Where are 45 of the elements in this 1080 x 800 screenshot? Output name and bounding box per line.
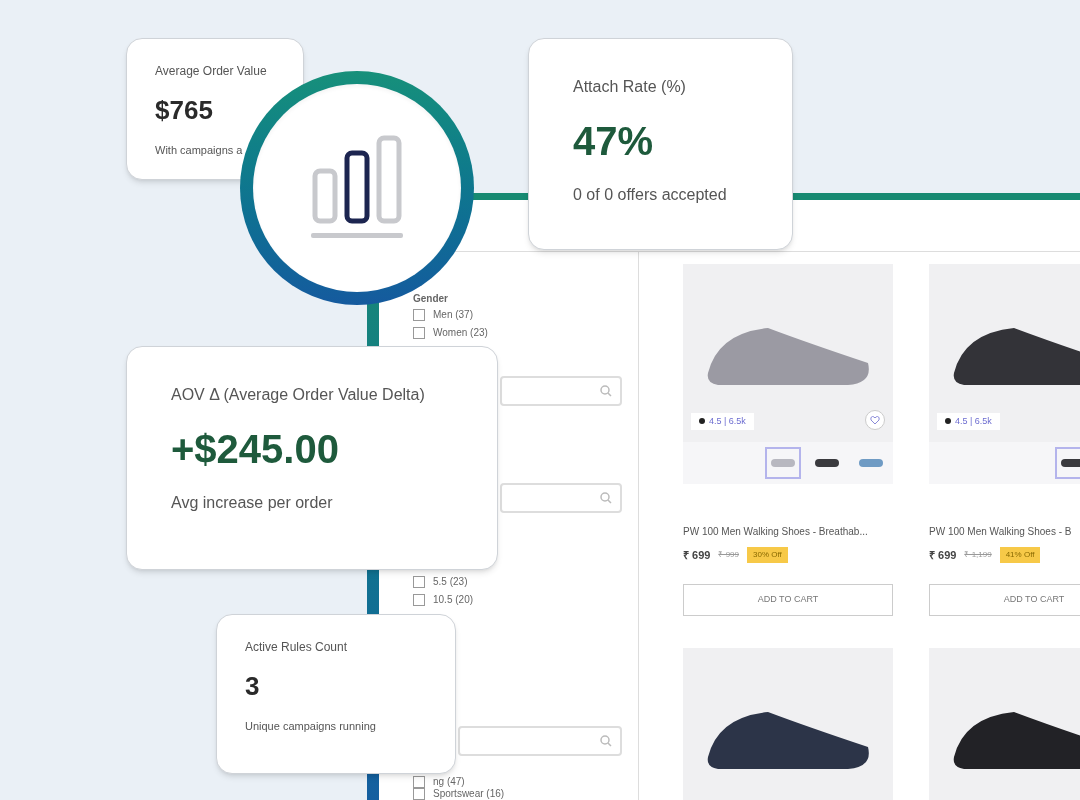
add-to-cart-button[interactable]: ADD TO CART bbox=[683, 583, 893, 616]
filter-search-field[interactable] bbox=[500, 483, 622, 513]
metric-label: AOV Δ (Average Order Value Delta) bbox=[171, 385, 426, 405]
metric-label: Attach Rate (%) bbox=[573, 77, 687, 97]
checkbox[interactable] bbox=[413, 309, 425, 321]
filter-option: 5.5 (23) bbox=[433, 577, 468, 587]
product-title: PW 100 Men Walking Shoes - B bbox=[929, 525, 1073, 539]
product-title: PW 100 Men Walking Shoes - Breathab... bbox=[683, 525, 869, 539]
metric-label: Average Order Value bbox=[155, 63, 268, 79]
discount-tag: 30% Off bbox=[747, 547, 788, 564]
search-icon bbox=[600, 735, 612, 747]
price: ₹ 699 bbox=[683, 548, 711, 563]
filter-option: 10.5 (20) bbox=[433, 595, 474, 605]
search-icon bbox=[600, 492, 612, 504]
filter-heading: Gender bbox=[413, 292, 449, 306]
metric-value: 3 bbox=[245, 670, 261, 703]
discount-tag: 41% Off bbox=[999, 547, 1041, 564]
filter-option: Women (23) bbox=[433, 328, 488, 338]
rating-text: 4.5 | 6.5k bbox=[709, 414, 746, 428]
checkbox[interactable] bbox=[413, 327, 425, 339]
metric-value: 47% bbox=[573, 118, 655, 165]
metric-note: 0 of 0 offers accepted bbox=[573, 185, 728, 205]
old-price: ₹ 999 bbox=[718, 549, 739, 562]
add-to-cart-button[interactable]: ADD TO CART bbox=[929, 583, 1080, 616]
metric-note: With campaigns a bbox=[155, 143, 244, 158]
checkbox[interactable] bbox=[413, 788, 425, 800]
filter-search-field[interactable] bbox=[500, 376, 622, 406]
price: ₹ 699 bbox=[929, 548, 957, 563]
search-icon bbox=[600, 385, 612, 397]
filter-option: Sportswear (16) bbox=[433, 789, 505, 799]
filter-option: ng (47) bbox=[433, 777, 465, 787]
filter-search-field[interactable] bbox=[458, 726, 622, 756]
metric-value: +$245.00 bbox=[171, 426, 340, 473]
metric-note: Unique campaigns running bbox=[245, 719, 377, 734]
metric-label: Active Rules Count bbox=[245, 639, 349, 655]
metric-note: Avg increase per order bbox=[171, 493, 334, 513]
checkbox[interactable] bbox=[413, 576, 425, 588]
metric-value: $765 bbox=[155, 94, 214, 127]
thumbnail[interactable] bbox=[765, 447, 801, 479]
checkbox[interactable] bbox=[413, 594, 425, 606]
rating-text: 4.5 | 6.5k bbox=[955, 414, 992, 428]
checkbox[interactable] bbox=[413, 776, 425, 788]
old-price: ₹ 1,199 bbox=[964, 549, 992, 562]
bar-chart-icon bbox=[309, 135, 405, 241]
filter-option: Men (37) bbox=[433, 310, 473, 320]
